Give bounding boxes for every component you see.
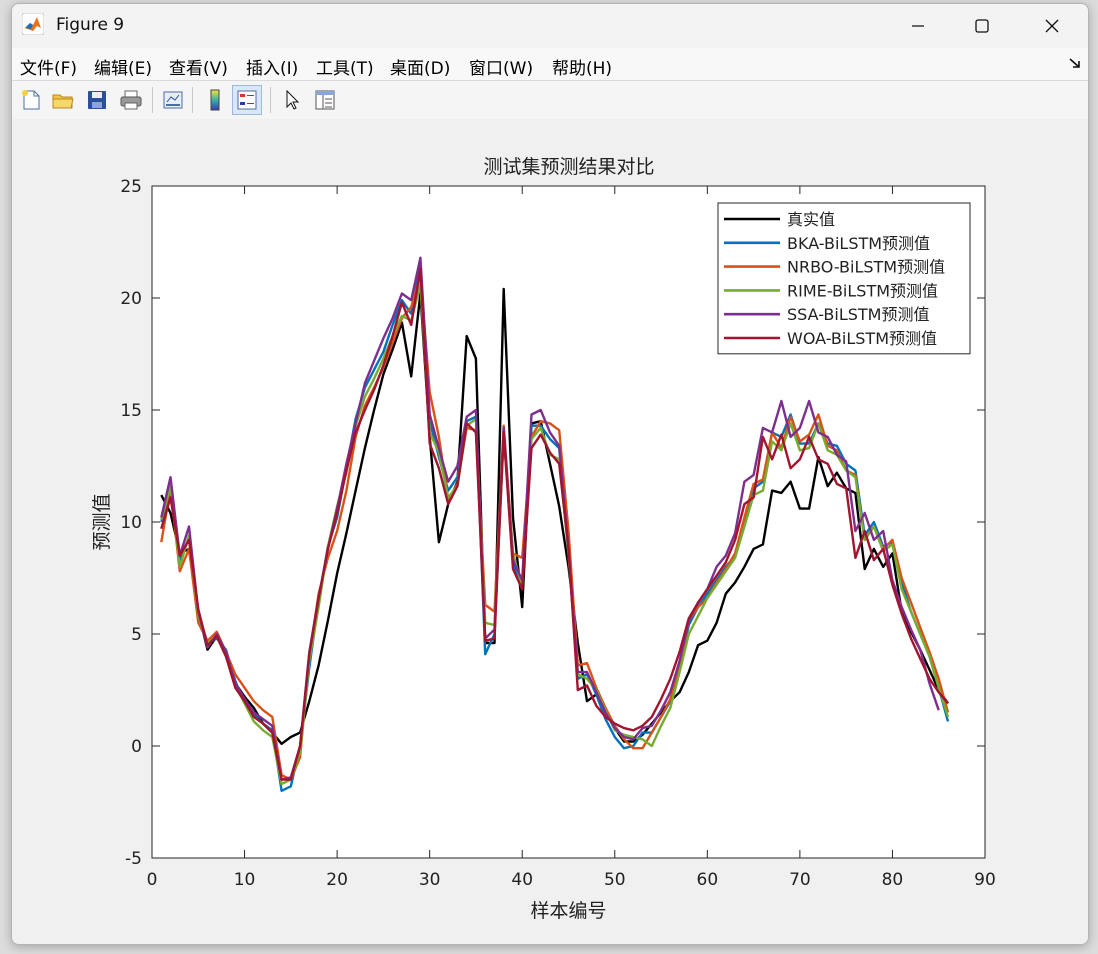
pointer-arrow-icon <box>286 89 300 110</box>
save-button[interactable] <box>82 85 112 115</box>
figure-canvas: 测试集预测结果对比 0 10 20 30 40 50 60 70 80 90 -5 0 5 10 15 20… <box>12 119 1088 944</box>
y-axis-label: 预测值 <box>91 493 113 550</box>
edit-plot-button[interactable] <box>278 85 308 115</box>
x-tick-label: 20 <box>326 870 348 890</box>
link-plot-icon <box>163 91 183 109</box>
minimize-button[interactable] <box>886 4 950 48</box>
y-tick-label: 10 <box>120 513 142 533</box>
matlab-icon <box>22 13 44 35</box>
toolbar <box>12 80 1088 120</box>
close-icon <box>1045 19 1059 33</box>
colorbar-icon <box>210 89 220 111</box>
menu-edit[interactable]: 编辑(E) <box>94 54 152 79</box>
minimize-icon <box>912 25 924 27</box>
new-figure-button[interactable] <box>16 85 46 115</box>
legend-label: BKA-BiLSTM预测值 <box>787 234 930 253</box>
x-tick-label: 0 <box>147 870 158 890</box>
link-plot-button[interactable] <box>158 85 188 115</box>
toolbar-separator <box>192 87 193 113</box>
x-tick-label: 40 <box>511 870 533 890</box>
legend[interactable]: 真实值 BKA-BiLSTM预测值 NRBO-BiLSTM预测值 RIME-BiLST… <box>717 202 971 355</box>
menu-file[interactable]: 文件(F) <box>20 54 77 79</box>
legend-label: WOA-BiLSTM预测值 <box>787 329 937 348</box>
maximize-button[interactable] <box>950 4 1014 48</box>
y-tick-label: 20 <box>120 289 142 309</box>
x-tick-label: 30 <box>419 870 441 890</box>
x-tick-label: 70 <box>789 870 811 890</box>
property-inspector-button[interactable] <box>310 85 340 115</box>
x-tick-label: 90 <box>974 870 996 890</box>
folder-icon <box>52 94 74 109</box>
maximize-icon <box>975 19 989 33</box>
y-tick-label: 0 <box>131 737 142 757</box>
menu-bar: 文件(F) 编辑(E) 查看(V) 插入(I) 工具(T) 桌面(D) 窗口(W… <box>12 48 1088 80</box>
open-file-button[interactable] <box>48 85 78 115</box>
colorbar-button[interactable] <box>200 85 230 115</box>
y-tick-label: 5 <box>131 625 142 645</box>
line-chart[interactable]: 测试集预测结果对比 0 10 20 30 40 50 60 70 80 90 -505101520… <box>12 119 1088 944</box>
y-tick-label: 25 <box>120 177 142 197</box>
print-button[interactable] <box>116 85 146 115</box>
y-tick-label: -5 <box>125 849 142 869</box>
toolbar-separator <box>152 87 153 113</box>
menu-insert[interactable]: 插入(I) <box>246 54 298 79</box>
x-tick-label: 60 <box>697 870 719 890</box>
dock-arrow-icon[interactable] <box>1068 56 1082 70</box>
menu-tools[interactable]: 工具(T) <box>316 54 374 79</box>
y-tick-label: 15 <box>120 401 142 421</box>
chart-title: 测试集预测结果对比 <box>483 156 654 178</box>
save-icon <box>88 91 106 109</box>
menu-help[interactable]: 帮助(H) <box>552 54 612 79</box>
close-button[interactable] <box>1020 4 1084 48</box>
print-icon <box>120 90 142 110</box>
x-tick-label: 50 <box>604 870 626 890</box>
legend-label: RIME-BiLSTM预测值 <box>787 281 938 300</box>
legend-label: 真实值 <box>787 210 835 229</box>
legend-label: NRBO-BiLSTM预测值 <box>787 258 945 277</box>
window-title: Figure 9 <box>56 15 125 35</box>
figure-window: Figure 9 文件(F) 编辑(E) 查看(V) 插入(I) 工具(T) 桌… <box>11 3 1089 945</box>
menu-window[interactable]: 窗口(W) <box>469 54 533 79</box>
title-bar[interactable]: Figure 9 <box>12 4 1088 48</box>
x-tick-label: 80 <box>882 870 904 890</box>
legend-icon <box>237 90 257 110</box>
menu-view[interactable]: 查看(V) <box>169 54 228 79</box>
menu-desktop[interactable]: 桌面(D) <box>390 54 450 79</box>
x-axis-label: 样本编号 <box>530 900 606 922</box>
toolbar-separator <box>270 87 271 113</box>
legend-label: SSA-BiLSTM预测值 <box>787 305 929 324</box>
legend-button[interactable] <box>232 85 262 115</box>
new-file-icon <box>22 90 40 110</box>
property-inspector-icon <box>315 90 335 110</box>
x-tick-label: 10 <box>234 870 256 890</box>
